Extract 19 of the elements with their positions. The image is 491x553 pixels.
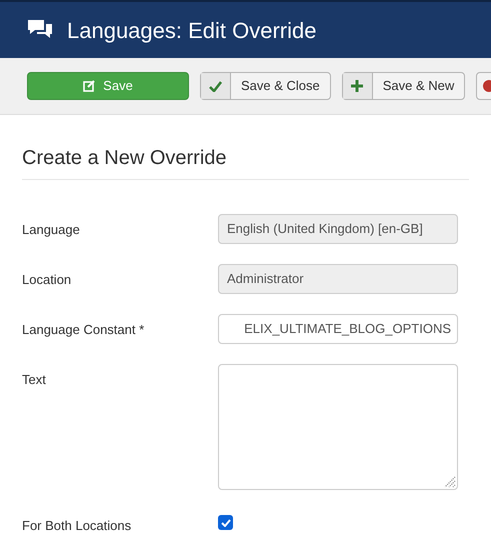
field-label: Language Constant * (22, 321, 146, 339)
toolbar-button[interactable]: Save & Close (200, 72, 331, 100)
check-icon (209, 80, 222, 92)
field-label: Text (22, 371, 47, 389)
plus-icon (351, 80, 364, 92)
field-label: For Both Locations (22, 517, 132, 535)
chat-bubbles-icon (27, 19, 53, 41)
checkbox[interactable] (218, 515, 233, 530)
resize-handle-icon[interactable] (444, 476, 456, 488)
readonly-field: Administrator (218, 264, 458, 294)
section-heading: Create a New Override (22, 147, 227, 169)
page-title: Languages: Edit Override (67, 16, 316, 45)
toolbar-button[interactable]: Save & New (342, 72, 466, 100)
field-label: Location (22, 271, 72, 289)
edit-icon (83, 80, 96, 92)
field-label: Language (22, 221, 81, 239)
input-field[interactable]: ELIX_ULTIMATE_BLOG_OPTIONS (218, 314, 458, 344)
check-icon (220, 518, 230, 526)
readonly-field: English (United Kingdom) [en-GB] (218, 214, 458, 244)
